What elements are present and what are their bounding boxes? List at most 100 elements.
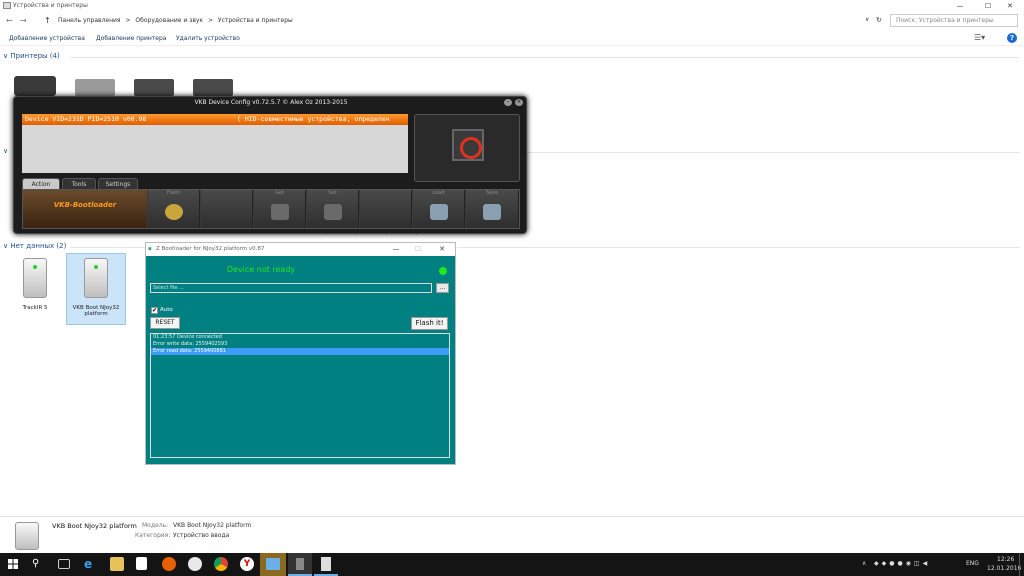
vkb-device-list[interactable] [22,125,408,173]
list-item[interactable]: Error write data: 2559402593 [151,341,449,348]
printer-icon[interactable] [193,79,233,96]
reset-button[interactable]: RESET [150,317,180,329]
printer-icon[interactable] [134,79,174,96]
load-button[interactable]: Load [413,190,465,228]
tray-expand-icon[interactable]: ∧ [862,560,866,567]
joystick-icon [270,204,289,220]
device-tower-icon [84,258,108,298]
details-model-label: Модель: [142,522,169,529]
tray-icons[interactable]: ◆◆●●◉◫◀ [874,560,930,567]
clock-date[interactable]: 12.01.2016 [987,565,1021,572]
group-multimedia[interactable]: ∨ [3,147,8,155]
toolbar-label: Load [432,190,445,196]
device-trackir[interactable]: TrackIR 5 [6,254,64,316]
search-icon[interactable]: ⚲ [32,557,46,571]
log-list[interactable]: 01:23:57 Device connected Error write da… [150,333,450,458]
bootloader-maximize-button[interactable]: ☐ [409,243,427,256]
bootloader-window: ▪ Z Bootloader for NJoy32 platform v0.87… [145,242,456,465]
group-divider [457,247,1020,248]
file-path-input[interactable]: Select file ... [150,283,432,293]
remove-device-button[interactable]: Удалить устройство [176,35,240,42]
file-explorer-icon[interactable] [110,557,124,571]
store-icon[interactable] [136,557,147,570]
breadcrumb-item[interactable]: Устройства и принтеры [218,17,293,24]
group-label: Нет данных (2) [10,242,67,250]
vkb-close-button[interactable]: × [515,99,523,106]
flash-it-button[interactable]: Flash it! [411,317,448,330]
tab-action[interactable]: Action [22,178,60,189]
vkb-minimize-button[interactable]: – [504,99,512,106]
chrome-icon[interactable] [214,557,228,571]
taskbar-bootloader[interactable] [288,553,312,576]
add-printer-button[interactable]: Добавление принтера [96,35,166,42]
device-vkb-boot[interactable]: VKB Boot NJoy32 platform [66,253,126,325]
taskbar-vkb-config[interactable] [260,553,286,576]
bootloader-minimize-button[interactable]: — [387,243,405,256]
refresh-icon[interactable]: ↻ [876,16,882,24]
start-icon[interactable] [6,557,20,571]
language-indicator[interactable]: ENG [966,560,979,567]
clock-time[interactable]: 12:26 [997,556,1014,563]
load-icon [429,204,448,220]
browse-button[interactable]: ... [436,283,449,293]
app-icon: ▪ [148,246,152,252]
back-icon[interactable]: ← [6,16,13,25]
firefox-icon[interactable] [162,557,176,571]
printer-icon[interactable] [14,76,56,96]
yandex-icon[interactable]: Y [240,557,254,571]
vkb-bootloader-button[interactable]: VKB-Bootloader [23,190,147,228]
list-item[interactable]: Error read data: 2559400881 [151,348,449,355]
breadcrumb-item[interactable]: Панель управления [58,17,121,24]
media-icon[interactable] [188,557,202,571]
forward-icon[interactable]: → [20,16,27,25]
help-icon[interactable]: ? [1007,33,1017,43]
show-desktop-button[interactable] [1019,553,1024,576]
toolbar-label: Flash [166,190,181,196]
list-item[interactable]: 01:23:57 Device connected [151,334,449,341]
view-options-icon[interactable]: ☰▾ [974,33,985,42]
vkb-device-line[interactable]: Device VID=231D PID=2510 v00.98 ( HID-со… [22,114,408,125]
chevron-down-icon[interactable]: ∨ [865,16,869,23]
bootloader-close-button[interactable]: ✕ [433,243,451,256]
chevron-right-icon: > [207,17,213,24]
bootloader-title: Z Bootloader for NJoy32 platform v0.87 [156,246,265,252]
device-tower-icon [15,522,39,550]
set-button[interactable]: Set [307,190,359,228]
toolbar-label: Set [328,190,337,196]
status-led-icon [439,267,447,275]
group-no-data[interactable]: ∨ Нет данных (2) [3,242,66,250]
group-printers[interactable]: ∨ Принтеры (4) [3,52,60,60]
vkb-logo [414,114,520,182]
joystick-icon [323,204,342,220]
chevron-down-icon: ∨ [3,52,9,60]
breadcrumb[interactable]: Панель управления > Оборудование и звук … [58,15,868,27]
minimize-button[interactable]: — [946,0,974,12]
save-button[interactable]: Save [466,190,519,228]
group-label: Принтеры (4) [10,52,60,60]
device-status-text: Device not ready [226,265,296,274]
group-divider [520,152,1020,153]
add-device-button[interactable]: Добавление устройства [9,35,85,42]
window-title: Устройства и принтеры [13,2,88,9]
breadcrumb-item[interactable]: Оборудование и звук [135,17,203,24]
search-input[interactable]: Поиск: Устройства и принтеры [890,14,1018,27]
auto-checkbox[interactable]: ✔ [151,307,158,314]
device-id-text: Device VID=231D PID=2510 v00.98 [25,115,147,123]
close-button[interactable]: ✕ [996,0,1024,12]
edge-icon[interactable]: e [84,557,98,571]
chevron-down-icon: ∨ [3,147,9,155]
window-titlebar: Устройства и принтеры — ☐ ✕ [0,0,1024,12]
taskbar-devices[interactable] [314,553,338,576]
device-label: TrackIR 5 [22,305,48,311]
toolbar-label: Get [275,190,284,196]
tab-tools[interactable]: Tools [62,178,96,189]
device-label: VKB Boot NJoy32 platform [72,305,120,317]
tab-settings[interactable]: Settings [98,178,138,189]
flash-button[interactable]: Flash [148,190,200,228]
get-button[interactable]: Get [254,190,306,228]
vkb-toolbar: VKB-Bootloader Flash Get Set Load Save [22,189,520,229]
up-icon[interactable]: ↑ [44,16,51,25]
vkb-app-icon [266,558,280,570]
printer-icon[interactable] [75,79,115,96]
task-view-icon[interactable] [58,559,70,569]
